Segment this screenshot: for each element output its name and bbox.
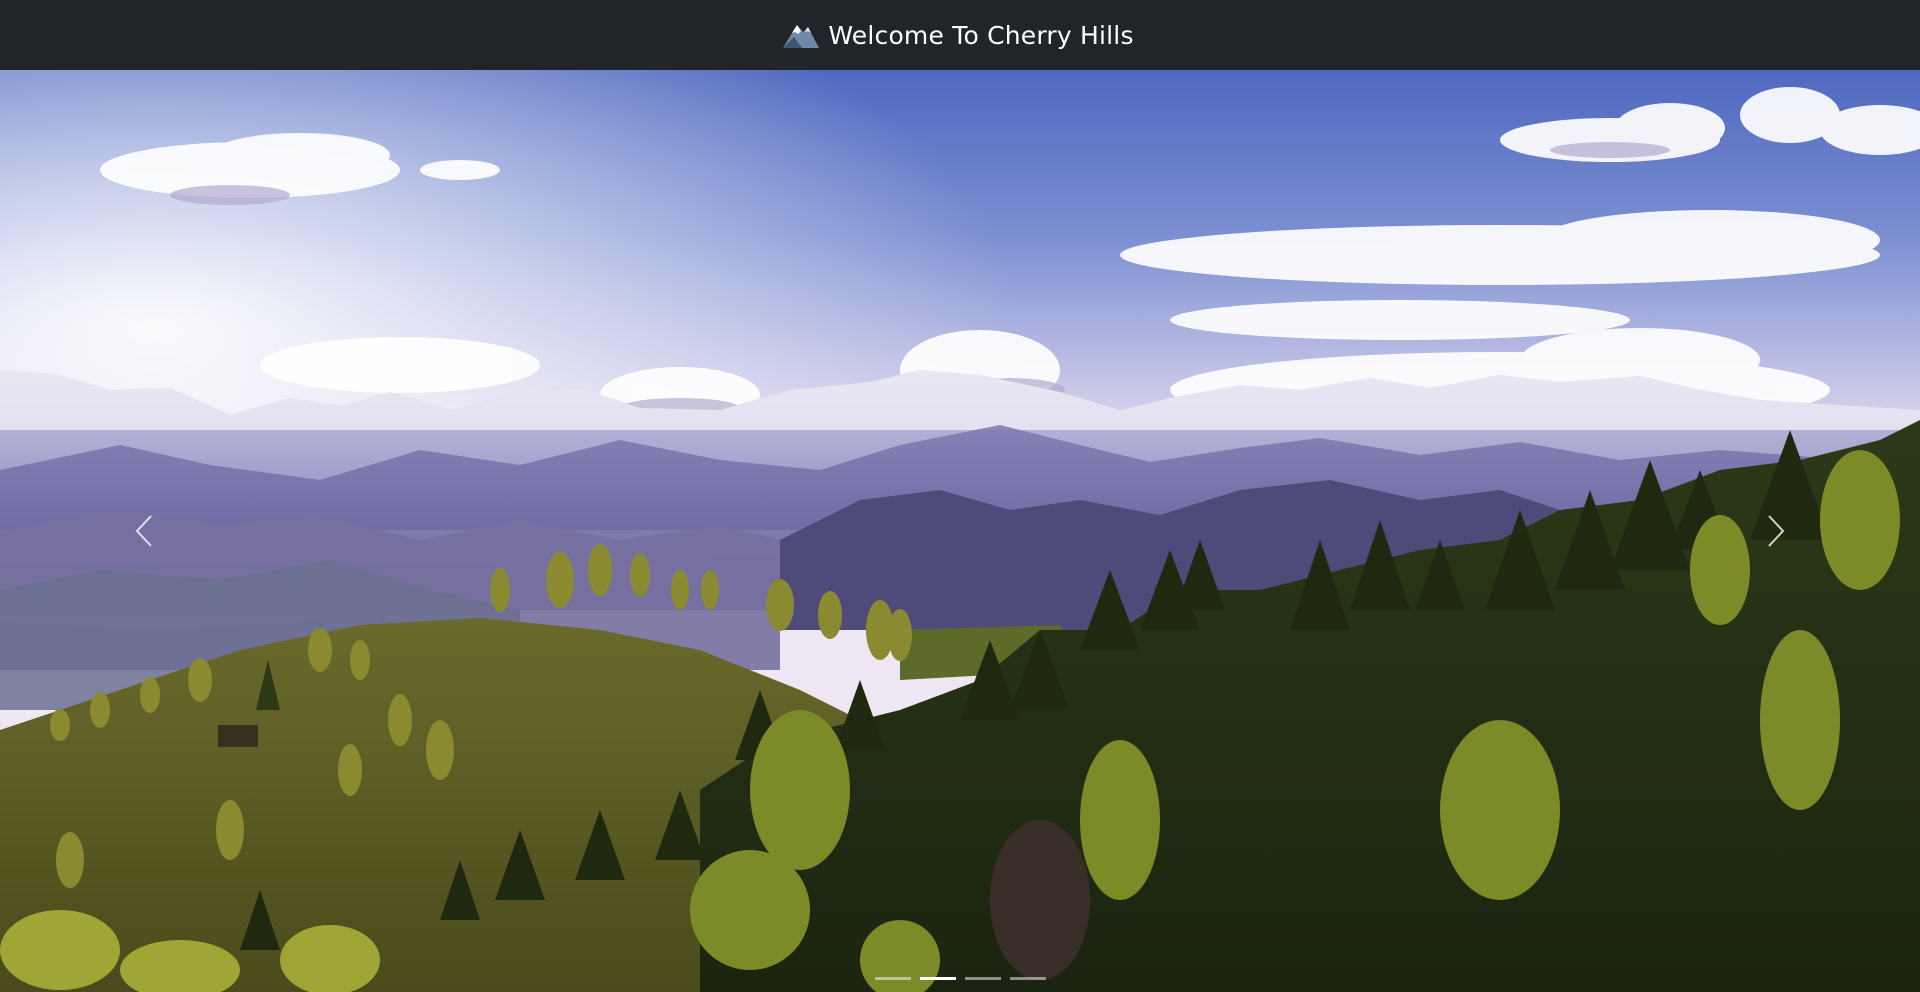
carousel-indicators <box>0 977 1920 980</box>
brand-link[interactable]: Welcome To Cherry Hills <box>782 20 1133 50</box>
carousel-indicator[interactable] <box>964 977 1001 980</box>
carousel-indicator[interactable] <box>874 977 911 980</box>
top-navbar: Welcome To Cherry Hills <box>0 0 1920 70</box>
chevron-right-icon <box>1768 515 1785 547</box>
mountain-icon <box>783 25 820 48</box>
carousel-next-button[interactable] <box>1632 70 1920 992</box>
carousel-indicator[interactable] <box>1009 977 1046 980</box>
hero-carousel <box>0 70 1920 992</box>
carousel-prev-button[interactable] <box>0 70 288 992</box>
brand-title: Welcome To Cherry Hills <box>828 20 1134 50</box>
carousel-indicator-active[interactable] <box>919 977 956 980</box>
chevron-left-icon <box>135 515 152 547</box>
